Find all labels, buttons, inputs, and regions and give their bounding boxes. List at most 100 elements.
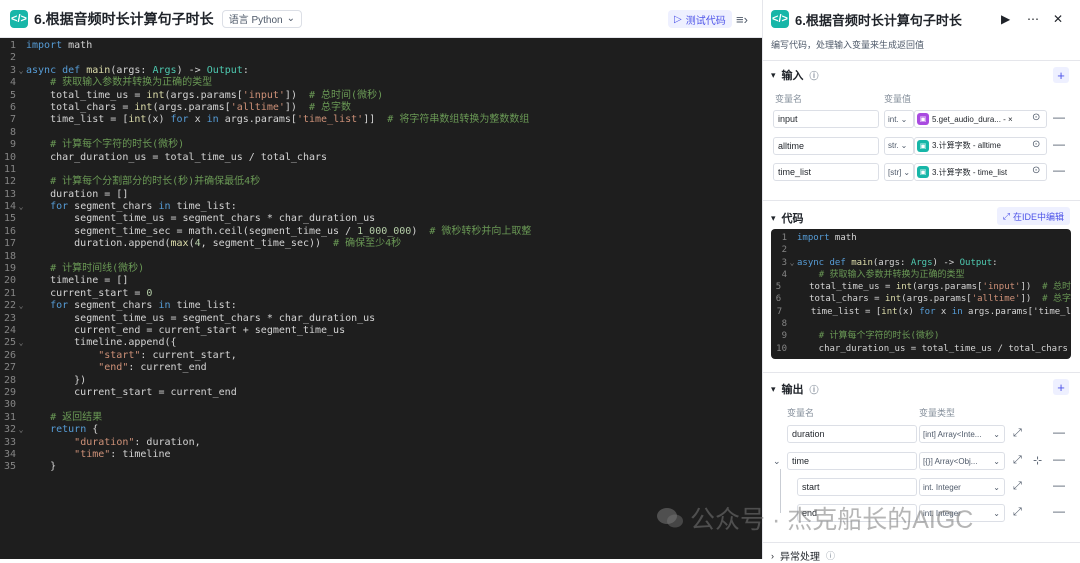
fold-icon[interactable]: ⌄ [16, 337, 26, 349]
panel-title[interactable]: 6.根据音频时长计算句子时长 [795, 10, 962, 29]
code-line: 8 [0, 127, 762, 139]
chevron-down-icon[interactable]: ⌄ [773, 456, 781, 467]
input-name-value: input [778, 114, 798, 124]
output-name-value: time [792, 456, 810, 466]
output-type-select[interactable]: [{}] Array<Obj... ⌄ [919, 452, 1005, 470]
fold-icon [16, 52, 26, 64]
add-output-button[interactable]: + [1053, 379, 1069, 395]
add-child-icon[interactable]: ⊹ [1033, 454, 1042, 467]
input-reference-field[interactable]: ▣ 5.get_audio_dura... - × [914, 110, 1047, 128]
output-name-field[interactable]: duration [787, 425, 917, 443]
code-line: 21 current_start = 0 [0, 288, 762, 300]
code-line: 31 # 返回结果 [0, 412, 762, 424]
line-number: 35 [3, 461, 16, 473]
remove-output-button[interactable]: — [1053, 478, 1065, 492]
fold-icon [16, 325, 26, 337]
fold-icon [16, 449, 26, 461]
remove-output-button[interactable]: — [1053, 425, 1065, 439]
line-number: 25 [3, 337, 16, 349]
edit-in-ide-button[interactable]: ⤢ 在IDE中编辑 [996, 207, 1070, 225]
expand-icon[interactable]: ⤢ [1013, 427, 1022, 440]
code-line: 2 [771, 244, 1071, 256]
code-line: 34 "time": timeline [0, 449, 762, 461]
more-icon[interactable]: ⋯ [1027, 12, 1039, 26]
info-icon: ⓘ [809, 70, 819, 81]
expand-icon[interactable]: ⤢ [1013, 454, 1022, 467]
chevron-down-icon: ⌄ [286, 13, 295, 24]
run-icon[interactable]: ▶ [1001, 12, 1010, 26]
code-line: 18 [0, 251, 762, 263]
output-name-field[interactable]: time [787, 452, 917, 470]
fold-icon [16, 251, 26, 263]
fold-icon[interactable]: ⌄ [16, 201, 26, 213]
output-name-field[interactable]: start [797, 478, 917, 496]
line-number: 28 [3, 374, 16, 386]
test-code-button[interactable]: ▷ 测试代码 [668, 10, 732, 28]
code-area[interactable]: 1 import math 2 3 ⌄ async def main(args: Args… [0, 38, 762, 559]
line-number: 8 [9, 126, 16, 138]
input-section-title: 输入 [781, 70, 804, 82]
chevron-down-icon: ⌄ [993, 508, 1000, 518]
line-number: 8 [781, 319, 787, 330]
line-number: 31 [3, 411, 16, 423]
code-line: 6 total_chars = int(args.params['alltime… [0, 102, 762, 114]
watermark: 公众号 · 杰克船长的AIGC [656, 500, 973, 536]
output-type-select[interactable]: int. Integer ⌄ [919, 478, 1005, 496]
fold-icon[interactable]: ⌄ [16, 65, 26, 77]
code-line: 35 } [0, 461, 762, 473]
line-number: 21 [3, 287, 16, 299]
code-line: 2 [0, 52, 762, 64]
error-handling-header[interactable]: › 异常处理 ⓘ [771, 548, 835, 563]
collapse-panel-icon[interactable]: ≡› [736, 12, 748, 27]
input-section-header[interactable]: ▾ 输入 ⓘ [771, 67, 819, 83]
code-node-icon: </> [10, 9, 28, 28]
close-icon[interactable]: ✕ [1053, 12, 1063, 26]
input-name-field[interactable]: time_list [773, 163, 879, 181]
clear-icon[interactable]: ⊙ [1032, 139, 1040, 150]
input-type-select[interactable]: [str] ⌄ [884, 163, 914, 181]
output-var-name-header: 变量名 [787, 408, 815, 418]
fold-icon[interactable]: ⌄ [16, 300, 26, 312]
code-line: 20 timeline = [] [0, 275, 762, 287]
output-section-header[interactable]: ▾ 输出 ⓘ [771, 381, 819, 397]
remove-output-button[interactable]: — [1053, 504, 1065, 518]
panel-header: </> 6.根据音频时长计算句子时长 ▶ ⋯ ✕ [763, 0, 1080, 38]
code-text: duration.append(max(4, segment_time_sec)… [26, 238, 402, 250]
fold-icon [782, 306, 789, 318]
code-section-header[interactable]: ▾ 代码 [771, 210, 804, 226]
input-reference-field[interactable]: ▣ 3.计算字数 - time_list [914, 163, 1047, 181]
add-input-button[interactable]: + [1053, 67, 1069, 83]
output-type-select[interactable]: [int] Array<Inte... ⌄ [919, 425, 1005, 443]
code-line: 22 ⌄ for segment_chars in time_list: [0, 300, 762, 312]
remove-input-button[interactable]: — [1053, 163, 1065, 177]
line-number: 6 [775, 294, 782, 305]
remove-input-button[interactable]: — [1053, 137, 1065, 151]
fold-icon[interactable]: ⌄ [787, 257, 797, 269]
input-type-select[interactable]: str. ⌄ [884, 136, 914, 155]
fold-icon [787, 232, 797, 244]
code-preview[interactable]: 1 import math 2 3 ⌄ async def main(args: Args… [771, 229, 1071, 359]
fold-icon[interactable]: ⌄ [16, 424, 26, 436]
code-line: 29 current_start = current_end [0, 387, 762, 399]
language-select[interactable]: 语言 Python ⌄ [221, 9, 302, 28]
code-line: 28 }) [0, 375, 762, 387]
remove-input-button[interactable]: — [1053, 110, 1065, 124]
code-editor-pane: </> 6.根据音频时长计算句子时长 语言 Python ⌄ ▷ 测试代码 ≡›… [0, 0, 762, 559]
line-number: 5 [775, 282, 782, 293]
line-number: 20 [3, 275, 16, 287]
clear-icon[interactable]: ⊙ [1032, 112, 1040, 123]
input-name-field[interactable]: alltime [773, 136, 879, 155]
code-text: # 计算每个字符的时长(微秒) [818, 331, 940, 342]
output-type-value: [{}] Array<Obj... [923, 456, 978, 466]
input-name-field[interactable]: input [773, 110, 879, 128]
input-reference-field[interactable]: ▣ 3.计算字数 - alltime [914, 136, 1047, 155]
code-line: 8 [771, 318, 1071, 330]
expand-icon[interactable]: ⤢ [1013, 480, 1022, 493]
line-number: 9 [781, 331, 787, 342]
input-type-value: str. [888, 141, 899, 150]
editor-title: 6.根据音频时长计算句子时长 [34, 10, 214, 27]
input-type-select[interactable]: int. ⌄ [884, 110, 914, 128]
expand-icon[interactable]: ⤢ [1013, 506, 1022, 519]
clear-icon[interactable]: ⊙ [1032, 165, 1040, 176]
remove-output-button[interactable]: — [1053, 452, 1065, 466]
